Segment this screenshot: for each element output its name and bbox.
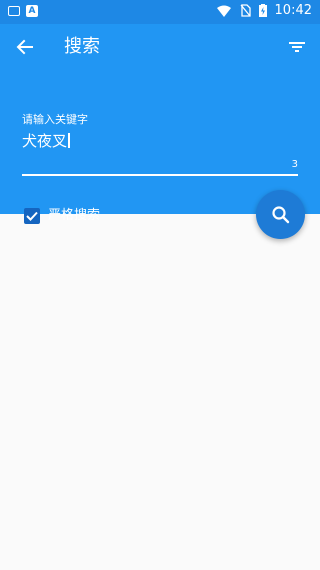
filter-icon <box>289 42 305 52</box>
back-button[interactable] <box>12 34 38 60</box>
search-header: 搜索 请输入关键字 犬夜叉 3 严格搜索 <box>0 24 320 224</box>
no-sim-icon <box>240 4 251 17</box>
wifi-icon <box>216 5 231 17</box>
app-notification-icon: A <box>26 5 38 17</box>
search-icon <box>271 205 289 223</box>
arrow-left-icon <box>16 39 33 55</box>
status-bar: A 10:42 <box>0 0 320 24</box>
character-counter: 3 <box>291 159 298 170</box>
status-time: 10:42 <box>274 3 312 18</box>
search-input-value: 犬夜叉 <box>22 132 68 150</box>
search-field-label: 请输入关键字 <box>22 113 88 126</box>
checkmark-icon <box>26 211 38 221</box>
keyboard-icon <box>8 6 20 16</box>
search-fab[interactable] <box>256 190 305 239</box>
strict-search-label[interactable]: 严格搜索 <box>48 207 100 225</box>
filter-button[interactable] <box>284 34 310 60</box>
status-right: 10:42 <box>216 3 312 18</box>
strict-search-checkbox[interactable] <box>24 208 40 224</box>
status-left: A <box>8 5 38 17</box>
text-caret <box>68 133 71 148</box>
search-input-underline <box>22 174 298 176</box>
battery-charging-icon <box>258 4 267 17</box>
search-input[interactable]: 犬夜叉 <box>22 130 298 152</box>
page-title: 搜索 <box>64 36 100 57</box>
